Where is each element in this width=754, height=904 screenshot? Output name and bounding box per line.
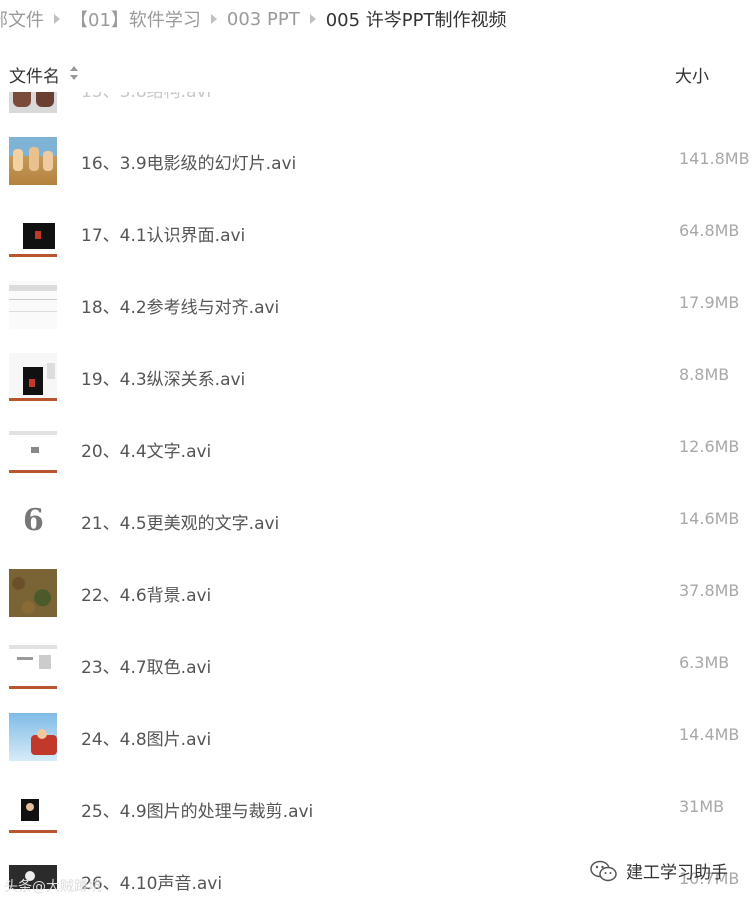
video-thumbnail	[9, 641, 57, 689]
wechat-watermark: 建工学习助手	[590, 858, 728, 883]
watermark-text: 建工学习助手	[626, 863, 728, 883]
file-list: 15、3.8结构.avi 32.3MB 16、3.9电影级的幻灯片.avi 141.8…	[0, 92, 754, 904]
file-name[interactable]: 23、4.7取色.avi	[81, 653, 211, 678]
breadcrumb: 部文件 【01】软件学习 003 PPT 005 许岑PPT制作视频	[0, 0, 754, 38]
file-row[interactable]: 6 21、4.5更美观的文字.avi 14.6MB	[0, 497, 754, 569]
column-header-size[interactable]: 大小	[675, 62, 709, 87]
breadcrumb-item-current: 005 许岑PPT制作视频	[325, 10, 507, 31]
file-size: 32.3MB	[679, 92, 739, 96]
file-row[interactable]: 22、4.6背景.avi 37.8MB	[0, 569, 754, 641]
file-name[interactable]: 19、4.3纵深关系.avi	[81, 365, 245, 390]
file-size: 64.8MB	[679, 221, 740, 240]
file-row[interactable]: 20、4.4文字.avi 12.6MB	[0, 425, 754, 497]
file-size: 14.6MB	[679, 509, 740, 528]
breadcrumb-separator-icon	[54, 14, 60, 24]
file-size: 31MB	[679, 797, 725, 816]
video-thumbnail	[9, 137, 57, 185]
file-size: 37.8MB	[679, 581, 740, 600]
file-list-header: 文件名 大小	[0, 56, 754, 90]
file-row[interactable]: 25、4.9图片的处理与裁剪.avi 31MB	[0, 785, 754, 857]
breadcrumb-item-ppt[interactable]: 003 PPT	[227, 9, 300, 30]
video-thumbnail	[9, 353, 57, 401]
file-size: 14.4MB	[679, 725, 740, 744]
video-thumbnail: 6	[9, 497, 57, 545]
watermark-left: 头条@大贼蹲坑	[4, 879, 102, 895]
breadcrumb-item-all-files[interactable]: 部文件	[0, 6, 44, 32]
breadcrumb-separator-icon	[309, 14, 316, 24]
file-row[interactable]: 24、4.8图片.avi 14.4MB	[0, 713, 754, 785]
file-size: 12.6MB	[679, 437, 740, 456]
sort-icon[interactable]	[69, 65, 79, 81]
video-thumbnail	[9, 425, 57, 473]
file-row[interactable]: 15、3.8结构.avi 32.3MB	[0, 92, 754, 137]
file-row[interactable]: 19、4.3纵深关系.avi 8.8MB	[0, 353, 754, 425]
video-thumbnail	[9, 92, 57, 113]
video-thumbnail	[9, 281, 57, 329]
column-header-name[interactable]: 文件名	[9, 62, 60, 87]
file-row[interactable]: 16、3.9电影级的幻灯片.avi 141.8MB	[0, 137, 754, 209]
file-name[interactable]: 22、4.6背景.avi	[81, 581, 211, 606]
file-size: 141.8MB	[679, 149, 750, 168]
file-name[interactable]: 24、4.8图片.avi	[81, 725, 211, 750]
wechat-icon	[590, 860, 617, 881]
file-name[interactable]: 18、4.2参考线与对齐.avi	[81, 293, 279, 318]
file-row[interactable]: 18、4.2参考线与对齐.avi 17.9MB	[0, 281, 754, 353]
file-name[interactable]: 15、3.8结构.avi	[81, 92, 211, 102]
file-size: 8.8MB	[679, 365, 730, 384]
file-name[interactable]: 20、4.4文字.avi	[81, 437, 211, 462]
file-name[interactable]: 21、4.5更美观的文字.avi	[81, 509, 279, 534]
video-thumbnail	[9, 209, 57, 257]
file-name[interactable]: 25、4.9图片的处理与裁剪.avi	[81, 797, 313, 822]
video-thumbnail	[9, 713, 57, 761]
file-row[interactable]: 17、4.1认识界面.avi 64.8MB	[0, 209, 754, 281]
file-name[interactable]: 26、4.10声音.avi	[81, 869, 222, 894]
video-thumbnail	[9, 785, 57, 833]
breadcrumb-item-software[interactable]: 【01】软件学习	[70, 6, 201, 32]
file-row[interactable]: 23、4.7取色.avi 6.3MB	[0, 641, 754, 713]
file-size: 6.3MB	[679, 653, 730, 672]
video-thumbnail	[9, 569, 57, 617]
file-size: 17.9MB	[679, 293, 740, 312]
file-name[interactable]: 16、3.9电影级的幻灯片.avi	[81, 149, 296, 174]
breadcrumb-separator-icon	[210, 14, 217, 24]
file-name[interactable]: 17、4.1认识界面.avi	[81, 221, 245, 246]
